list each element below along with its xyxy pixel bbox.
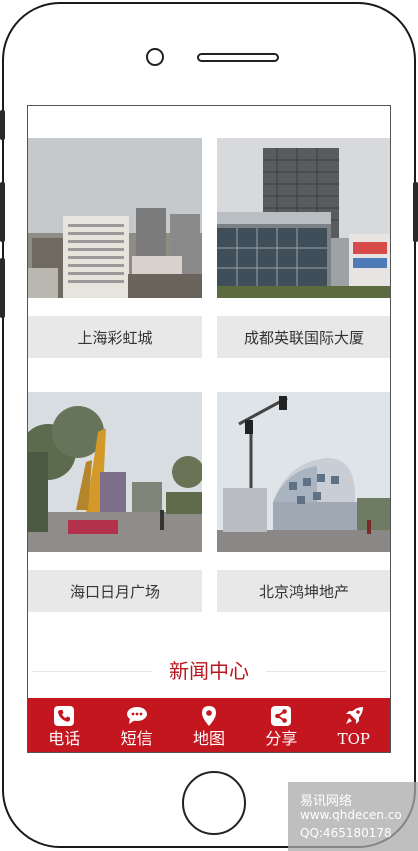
project-card[interactable]: 成都英联国际大厦 xyxy=(217,138,390,358)
power-button xyxy=(413,182,418,242)
project-photo xyxy=(28,392,202,552)
project-caption: 北京鸿坤地产 xyxy=(217,570,390,612)
speaker-grille xyxy=(197,53,279,62)
project-caption: 海口日月广场 xyxy=(28,570,202,612)
watermark-overlay: 易讯网络 www.qhdecen.co QQ:465180178 xyxy=(288,782,418,851)
mute-switch xyxy=(0,110,5,140)
volume-up-button xyxy=(0,182,5,242)
map-pin-icon xyxy=(202,705,217,726)
nav-label: 短信 xyxy=(120,728,153,748)
nav-top-button[interactable]: TOP xyxy=(318,698,390,752)
nav-label: 地图 xyxy=(193,728,226,748)
nav-label: 分享 xyxy=(265,728,298,748)
project-caption: 成都英联国际大厦 xyxy=(217,316,390,358)
watermark-name: 易讯网络 xyxy=(300,794,353,809)
home-button[interactable] xyxy=(182,771,246,835)
phone-screen: 上海彩虹城 成都英联国际大厦 海口日月广场 北京鸿坤地产 新闻中心 电话 短信 … xyxy=(27,105,391,753)
project-photo xyxy=(217,138,390,298)
project-photo xyxy=(28,138,202,298)
project-card[interactable]: 北京鸿坤地产 xyxy=(217,392,390,612)
front-camera xyxy=(146,48,164,66)
project-photo xyxy=(217,392,390,552)
volume-down-button xyxy=(0,258,5,318)
watermark-site: www.qhdecen.co xyxy=(300,808,402,822)
watermark-qq: QQ:465180178 xyxy=(300,826,392,840)
share-icon xyxy=(271,705,292,726)
nav-label: 电话 xyxy=(48,728,81,748)
nav-label: TOP xyxy=(337,729,371,748)
news-section-title[interactable]: 新闻中心 xyxy=(28,654,390,688)
nav-share-button[interactable]: 分享 xyxy=(245,698,317,752)
bottom-nav-bar: 电话 短信 地图 分享 TOP xyxy=(28,698,390,752)
project-card[interactable]: 上海彩虹城 xyxy=(28,138,202,358)
project-card[interactable]: 海口日月广场 xyxy=(28,392,202,612)
chat-icon xyxy=(126,706,147,724)
project-caption: 上海彩虹城 xyxy=(28,316,202,358)
nav-sms-button[interactable]: 短信 xyxy=(100,698,172,752)
rocket-icon xyxy=(345,706,363,724)
nav-phone-button[interactable]: 电话 xyxy=(28,698,100,752)
phone-icon xyxy=(54,705,75,726)
nav-map-button[interactable]: 地图 xyxy=(173,698,245,752)
